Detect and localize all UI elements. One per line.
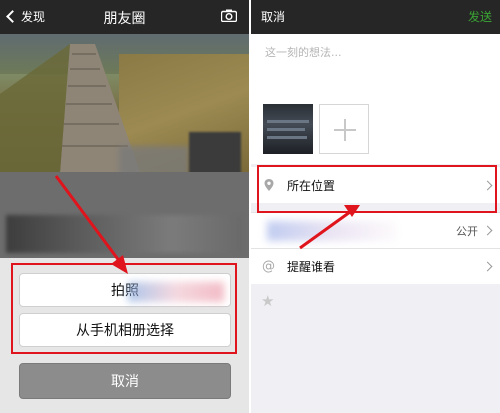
blurred-watermark bbox=[128, 282, 224, 302]
send-button[interactable]: 发送 bbox=[468, 8, 492, 25]
thumbnail-detail bbox=[267, 136, 307, 139]
moments-screen: 发现 朋友圈 bbox=[0, 0, 249, 413]
nav-bar: 发现 朋友圈 bbox=[0, 0, 249, 34]
page-title: 朋友圈 bbox=[103, 11, 146, 27]
camera-icon[interactable] bbox=[221, 9, 237, 22]
chevron-right-icon bbox=[482, 261, 493, 272]
choose-from-album-label: 从手机相册选择 bbox=[76, 323, 174, 339]
blurred-post-row bbox=[6, 215, 242, 253]
location-row[interactable]: 所在位置 bbox=[251, 167, 500, 203]
compose-screen: 取消 发送 这一刻的想法... 所在位置 公开 @ 提醒谁看 bbox=[251, 0, 500, 413]
thumbnail-detail bbox=[267, 120, 309, 123]
cancel-button[interactable]: 取消 bbox=[19, 363, 231, 399]
blurred-visibility-label bbox=[267, 221, 397, 241]
blurred-name bbox=[119, 146, 189, 172]
compose-cancel-button[interactable]: 取消 bbox=[261, 8, 285, 25]
cover-photo bbox=[0, 34, 249, 172]
avatar[interactable] bbox=[189, 132, 241, 172]
add-photo-button[interactable] bbox=[319, 104, 369, 154]
at-icon: @ bbox=[262, 258, 275, 274]
choose-from-album-button[interactable]: 从手机相册选择 bbox=[19, 313, 231, 347]
visibility-value: 公开 bbox=[456, 224, 478, 238]
selected-photo-thumbnail[interactable] bbox=[263, 104, 313, 154]
thoughts-input[interactable]: 这一刻的想法... bbox=[265, 44, 342, 60]
compose-area: 这一刻的想法... bbox=[251, 34, 500, 164]
location-label: 所在位置 bbox=[287, 178, 336, 193]
compose-header: 取消 发送 bbox=[251, 0, 500, 34]
chevron-right-icon bbox=[482, 225, 493, 236]
remind-label: 提醒谁看 bbox=[287, 260, 336, 274]
remind-row[interactable]: @ 提醒谁看 bbox=[251, 248, 500, 284]
location-pin-icon bbox=[264, 179, 274, 191]
cancel-label: 取消 bbox=[111, 374, 139, 390]
visibility-row[interactable]: 公开 bbox=[251, 212, 500, 248]
chevron-right-icon bbox=[482, 180, 493, 190]
thumbnail-detail bbox=[267, 128, 305, 131]
star-icon[interactable]: ★ bbox=[261, 292, 274, 310]
